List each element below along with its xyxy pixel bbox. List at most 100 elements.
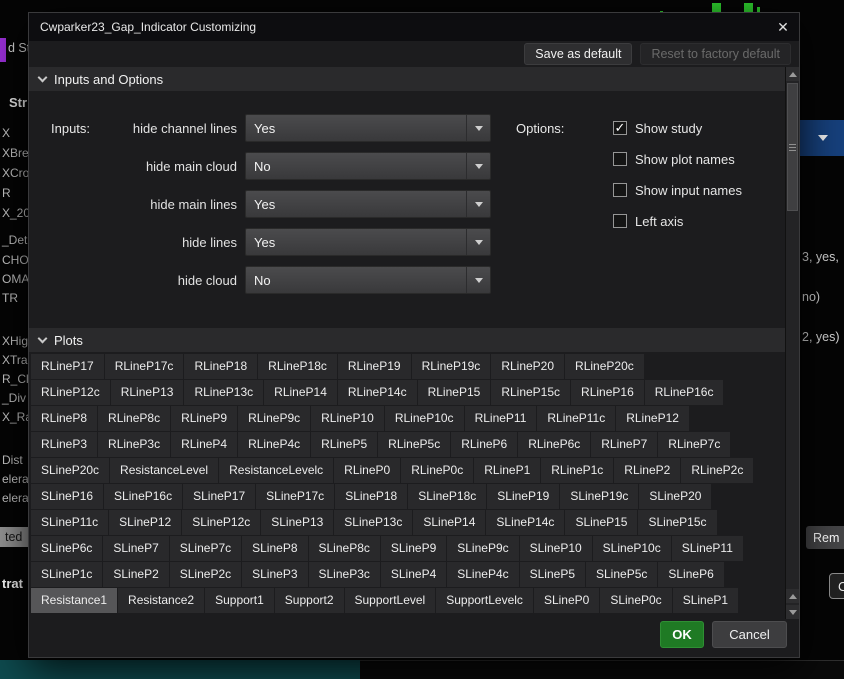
plot-button-resistance2[interactable]: Resistance2 <box>118 588 205 613</box>
plot-button-slinep15c[interactable]: SLineP15c <box>638 510 717 535</box>
left-axis-option[interactable]: Left axis <box>613 211 742 231</box>
plot-button-rlinep18c[interactable]: RLineP18c <box>258 354 337 379</box>
plot-button-slinep7c[interactable]: SLineP7c <box>169 536 242 561</box>
plot-button-rlinep20[interactable]: RLineP20 <box>491 354 565 379</box>
plot-button-rlinep7c[interactable]: RLineP7c <box>658 432 731 457</box>
plot-button-slinep1c[interactable]: SLineP1c <box>31 562 103 587</box>
plot-button-slinep15[interactable]: SLineP15 <box>565 510 638 535</box>
plot-button-slinep9[interactable]: SLineP9 <box>380 536 447 561</box>
hide-main-cloud-dropdown[interactable]: No <box>245 152 491 180</box>
plot-button-rlinep13[interactable]: RLineP13 <box>110 380 184 405</box>
plot-button-rlinep1c[interactable]: RLineP1c <box>541 458 614 483</box>
plot-button-rlinep9c[interactable]: RLineP9c <box>238 406 311 431</box>
plot-button-slinep16c[interactable]: SLineP16c <box>104 484 183 509</box>
plot-button-rlinep5c[interactable]: RLineP5c <box>378 432 451 457</box>
plot-button-slinep0c[interactable]: SLineP0c <box>600 588 672 613</box>
plot-button-rlinep19[interactable]: RLineP19 <box>337 354 411 379</box>
plot-button-slinep13c[interactable]: SLineP13c <box>334 510 413 535</box>
plot-button-rlinep11[interactable]: RLineP11 <box>464 406 537 431</box>
plot-button-slinep2[interactable]: SLineP2 <box>103 562 169 587</box>
reset-to-factory-default-button[interactable]: Reset to factory default <box>640 43 791 65</box>
plot-button-slinep14c[interactable]: SLineP14c <box>486 510 565 535</box>
checkbox[interactable]: ✓ <box>613 121 627 135</box>
plot-button-slinep20c[interactable]: SLineP20c <box>31 458 110 483</box>
dialog-titlebar[interactable]: Cwparker23_Gap_Indicator Customizing ✕ <box>29 13 799 41</box>
plot-button-slinep3c[interactable]: SLineP3c <box>308 562 380 587</box>
plot-button-slinep13[interactable]: SLineP13 <box>261 510 334 535</box>
plot-button-rlinep19c[interactable]: RLineP19c <box>411 354 491 379</box>
plot-button-slinep3[interactable]: SLineP3 <box>242 562 308 587</box>
checkbox[interactable] <box>613 183 627 197</box>
plot-button-rlinep18[interactable]: RLineP18 <box>184 354 258 379</box>
plot-button-rlinep17[interactable]: RLineP17 <box>31 354 104 379</box>
plot-button-rlinep3[interactable]: RLineP3 <box>31 432 98 457</box>
plot-button-slinep17c[interactable]: SLineP17c <box>256 484 335 509</box>
save-as-default-button[interactable]: Save as default <box>524 43 633 65</box>
ok-button[interactable]: OK <box>660 620 704 648</box>
plot-button-slinep1[interactable]: SLineP1 <box>672 588 739 613</box>
close-icon[interactable]: ✕ <box>772 16 794 38</box>
plot-button-slinep5[interactable]: SLineP5 <box>519 562 585 587</box>
plot-button-slinep5c[interactable]: SLineP5c <box>586 562 658 587</box>
scroll-down-button[interactable] <box>786 605 799 619</box>
plot-button-supportlevel[interactable]: SupportLevel <box>344 588 436 613</box>
plot-button-rlinep16c[interactable]: RLineP16c <box>644 380 724 405</box>
plot-button-resistancelevel[interactable]: ResistanceLevel <box>110 458 219 483</box>
plot-button-rlinep13c[interactable]: RLineP13c <box>184 380 264 405</box>
plot-button-slinep18[interactable]: SLineP18 <box>335 484 408 509</box>
plot-button-slinep2c[interactable]: SLineP2c <box>169 562 242 587</box>
plot-button-slinep8[interactable]: SLineP8 <box>242 536 308 561</box>
plot-button-supportlevelc[interactable]: SupportLevelc <box>436 588 533 613</box>
plot-button-rlinep2[interactable]: RLineP2 <box>614 458 681 483</box>
plot-button-slinep4[interactable]: SLineP4 <box>380 562 447 587</box>
hide-cloud-dropdown[interactable]: No <box>245 266 491 294</box>
hide-lines-dropdown[interactable]: Yes <box>245 228 491 256</box>
plot-button-rlinep12c[interactable]: RLineP12c <box>31 380 110 405</box>
plot-button-rlinep10c[interactable]: RLineP10c <box>384 406 464 431</box>
plot-button-rlinep4[interactable]: RLineP4 <box>171 432 238 457</box>
plot-button-slinep18c[interactable]: SLineP18c <box>408 484 487 509</box>
plot-button-resistance1[interactable]: Resistance1 <box>31 588 118 613</box>
plot-button-rlinep9[interactable]: RLineP9 <box>171 406 238 431</box>
plot-button-slinep6[interactable]: SLineP6 <box>658 562 724 587</box>
plot-button-rlinep3c[interactable]: RLineP3c <box>98 432 171 457</box>
checkbox[interactable] <box>613 152 627 166</box>
plot-button-slinep6c[interactable]: SLineP6c <box>31 536 103 561</box>
plot-button-support2[interactable]: Support2 <box>274 588 344 613</box>
plot-button-slinep10c[interactable]: SLineP10c <box>592 536 671 561</box>
plot-button-rlinep20c[interactable]: RLineP20c <box>565 354 644 379</box>
plot-button-rlinep12[interactable]: RLineP12 <box>616 406 689 431</box>
plot-button-rlinep2c[interactable]: RLineP2c <box>681 458 754 483</box>
plot-button-slinep8c[interactable]: SLineP8c <box>308 536 380 561</box>
plot-button-slinep4c[interactable]: SLineP4c <box>447 562 519 587</box>
show-input-names-option[interactable]: Show input names <box>613 180 742 200</box>
background-partial-button[interactable]: C <box>829 573 844 599</box>
plot-button-slinep14[interactable]: SLineP14 <box>413 510 486 535</box>
plot-button-rlinep5[interactable]: RLineP5 <box>311 432 378 457</box>
plot-button-slinep19[interactable]: SLineP19 <box>487 484 560 509</box>
plot-button-rlinep10[interactable]: RLineP10 <box>311 406 384 431</box>
plot-button-slinep20[interactable]: SLineP20 <box>639 484 712 509</box>
section-header-inputs-and-options[interactable]: Inputs and Options <box>29 67 799 91</box>
remove-button[interactable]: Rem <box>806 526 844 549</box>
plot-button-rlinep6[interactable]: RLineP6 <box>451 432 518 457</box>
cancel-button[interactable]: Cancel <box>712 620 787 648</box>
plot-button-rlinep15c[interactable]: RLineP15c <box>491 380 571 405</box>
section-header-plots[interactable]: Plots <box>29 328 799 352</box>
hide-main-lines-dropdown[interactable]: Yes <box>245 190 491 218</box>
hide-channel-lines-dropdown[interactable]: Yes <box>245 114 491 142</box>
plot-button-rlinep8[interactable]: RLineP8 <box>31 406 98 431</box>
plot-button-rlinep11c[interactable]: RLineP11c <box>537 406 616 431</box>
plot-button-rlinep14c[interactable]: RLineP14c <box>337 380 417 405</box>
plot-button-slinep11c[interactable]: SLineP11c <box>31 510 109 535</box>
checkbox[interactable] <box>613 214 627 228</box>
plot-button-rlinep0c[interactable]: RLineP0c <box>401 458 474 483</box>
plot-button-rlinep8c[interactable]: RLineP8c <box>98 406 171 431</box>
plot-button-slinep9c[interactable]: SLineP9c <box>447 536 519 561</box>
plot-button-rlinep4c[interactable]: RLineP4c <box>238 432 311 457</box>
plot-button-rlinep0[interactable]: RLineP0 <box>334 458 401 483</box>
plot-button-slinep12c[interactable]: SLineP12c <box>182 510 261 535</box>
plot-button-resistancelevelc[interactable]: ResistanceLevelc <box>219 458 334 483</box>
scrollbar-track[interactable] <box>785 67 799 619</box>
scroll-up-button[interactable] <box>786 589 799 603</box>
